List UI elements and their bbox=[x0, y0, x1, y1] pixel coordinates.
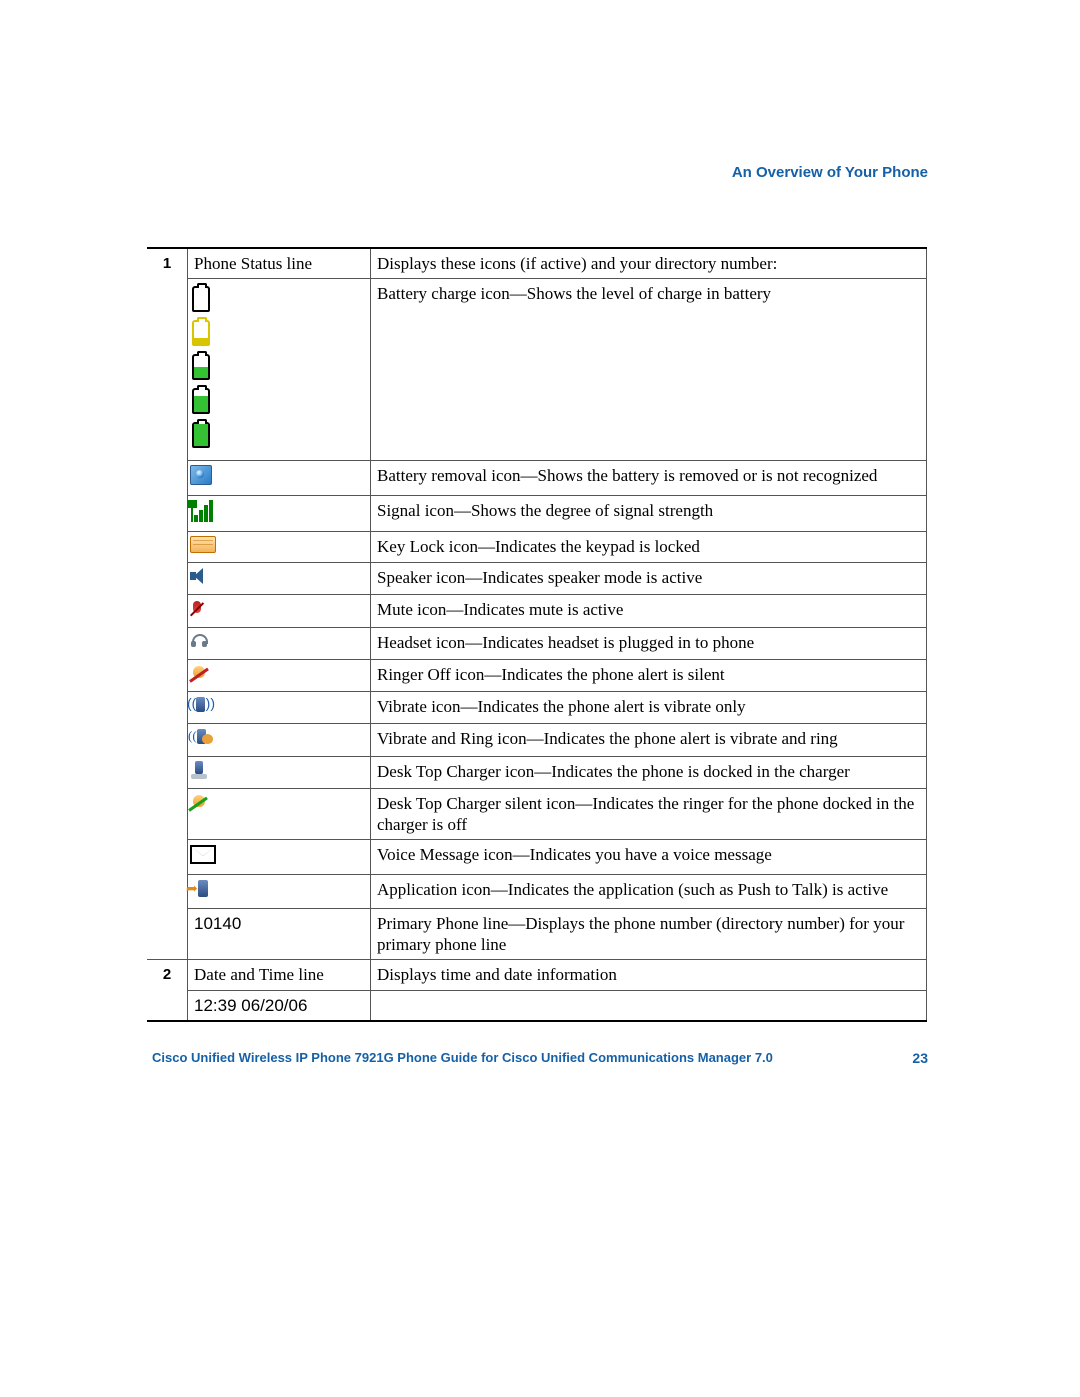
key-lock-icon bbox=[190, 536, 216, 553]
icon-cell bbox=[188, 495, 371, 531]
description-cell: Key Lock icon—Indicates the keypad is lo… bbox=[371, 531, 927, 562]
row-description: Displays these icons (if active) and you… bbox=[371, 248, 927, 279]
battery-description: Battery charge icon—Shows the level of c… bbox=[371, 279, 927, 461]
table-row: 2 Date and Time line Displays time and d… bbox=[147, 960, 927, 990]
icon-cell bbox=[188, 756, 371, 788]
description-cell: Application icon—Indicates the applicati… bbox=[371, 874, 927, 908]
table-row: Desk Top Charger silent icon—Indicates t… bbox=[147, 788, 927, 840]
vibrate-icon: )) bbox=[190, 696, 212, 714]
footer-doc-title: Cisco Unified Wireless IP Phone 7921G Ph… bbox=[152, 1050, 773, 1065]
icon-cell bbox=[188, 788, 371, 840]
battery-full-icon bbox=[192, 422, 210, 448]
description-cell bbox=[371, 990, 927, 1021]
description-cell: Voice Message icon—Indicates you have a … bbox=[371, 840, 927, 874]
speaker-icon bbox=[190, 567, 208, 585]
desktop-charger-icon bbox=[190, 761, 208, 779]
description-cell: Desk Top Charger silent icon—Indicates t… bbox=[371, 788, 927, 840]
table-row: Headset icon—Indicates headset is plugge… bbox=[147, 627, 927, 659]
table-row: )) Vibrate icon—Indicates the phone aler… bbox=[147, 692, 927, 724]
battery-removal-icon bbox=[190, 465, 212, 485]
battery-empty-icon bbox=[192, 286, 210, 312]
description-cell: Speaker icon—Indicates speaker mode is a… bbox=[371, 563, 927, 595]
icon-cell: (( bbox=[188, 724, 371, 756]
row-description: Displays time and date information bbox=[371, 960, 927, 990]
mute-icon bbox=[190, 599, 208, 617]
description-cell: Ringer Off icon—Indicates the phone aler… bbox=[371, 659, 927, 691]
table-row: 12:39 06/20/06 bbox=[147, 990, 927, 1021]
table-row: Key Lock icon—Indicates the keypad is lo… bbox=[147, 531, 927, 562]
row-number: 2 bbox=[147, 960, 188, 1021]
desktop-charger-silent-icon bbox=[190, 793, 210, 811]
vibrate-ring-icon: (( bbox=[190, 728, 214, 746]
table-row: Ringer Off icon—Indicates the phone aler… bbox=[147, 659, 927, 691]
description-cell: Vibrate icon—Indicates the phone alert i… bbox=[371, 692, 927, 724]
description-cell: Signal icon—Shows the degree of signal s… bbox=[371, 495, 927, 531]
section-header: An Overview of Your Phone bbox=[732, 164, 928, 181]
table-row: Desk Top Charger icon—Indicates the phon… bbox=[147, 756, 927, 788]
status-icons-table: 1 Phone Status line Displays these icons… bbox=[147, 247, 927, 1022]
ringer-off-icon bbox=[190, 664, 210, 682]
table-row: Battery charge icon—Shows the level of c… bbox=[147, 279, 927, 461]
row-label: Date and Time line bbox=[188, 960, 371, 990]
table-row: Application icon—Indicates the applicati… bbox=[147, 874, 927, 908]
table-row: 10140 Primary Phone line—Displays the ph… bbox=[147, 908, 927, 960]
table-row: 1 Phone Status line Displays these icons… bbox=[147, 248, 927, 279]
description-cell: Battery removal icon—Shows the battery i… bbox=[371, 461, 927, 495]
table-row: Mute icon—Indicates mute is active bbox=[147, 595, 927, 627]
table-row: (( Vibrate and Ring icon—Indicates the p… bbox=[147, 724, 927, 756]
primary-line-number: 10140 bbox=[188, 908, 371, 960]
page-footer: Cisco Unified Wireless IP Phone 7921G Ph… bbox=[152, 1050, 928, 1066]
description-cell: Primary Phone line—Displays the phone nu… bbox=[371, 908, 927, 960]
page-number: 23 bbox=[912, 1050, 928, 1066]
battery-low-icon bbox=[192, 320, 210, 346]
table-row: Signal icon—Shows the degree of signal s… bbox=[147, 495, 927, 531]
icon-cell bbox=[188, 563, 371, 595]
date-time-example: 12:39 06/20/06 bbox=[188, 990, 371, 1021]
voice-message-icon bbox=[190, 845, 216, 864]
battery-high-icon bbox=[192, 388, 210, 414]
signal-icon bbox=[187, 500, 213, 522]
icon-cell bbox=[188, 840, 371, 874]
description-cell: Vibrate and Ring icon—Indicates the phon… bbox=[371, 724, 927, 756]
table-row: Voice Message icon—Indicates you have a … bbox=[147, 840, 927, 874]
description-cell: Mute icon—Indicates mute is active bbox=[371, 595, 927, 627]
table-row: Battery removal icon—Shows the battery i… bbox=[147, 461, 927, 495]
document-page: An Overview of Your Phone 1 Phone Status… bbox=[0, 0, 1080, 1397]
icon-cell bbox=[188, 874, 371, 908]
description-cell: Desk Top Charger icon—Indicates the phon… bbox=[371, 756, 927, 788]
headset-icon bbox=[190, 632, 208, 650]
icon-cell bbox=[188, 531, 371, 562]
row-label: Phone Status line bbox=[188, 248, 371, 279]
icon-cell bbox=[188, 461, 371, 495]
icon-cell: )) bbox=[188, 692, 371, 724]
table-row: Speaker icon—Indicates speaker mode is a… bbox=[147, 563, 927, 595]
description-cell: Headset icon—Indicates headset is plugge… bbox=[371, 627, 927, 659]
icon-cell bbox=[188, 595, 371, 627]
application-icon bbox=[190, 879, 212, 899]
row-number: 1 bbox=[147, 248, 188, 960]
battery-icons-cell bbox=[188, 279, 371, 461]
icon-cell bbox=[188, 659, 371, 691]
icon-cell bbox=[188, 627, 371, 659]
battery-half-icon bbox=[192, 354, 210, 380]
